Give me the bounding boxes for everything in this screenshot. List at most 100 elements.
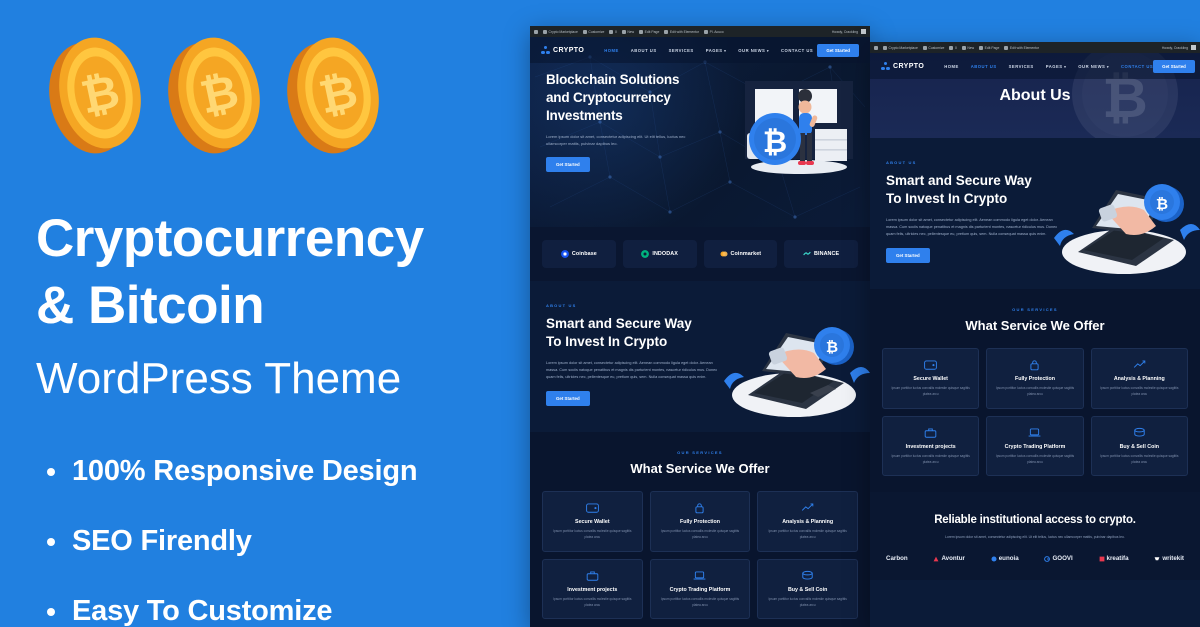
adminbar-new[interactable]: New [961,45,974,50]
services-grid: Secure Wallet Ipsum porttitor luctus con… [882,348,1188,477]
adminbar-comments[interactable]: 0 [609,29,617,34]
laptop-hand-bitcoin-illustration: ₿ [1054,184,1200,274]
laptop-icon [993,426,1076,439]
service-card-analysis-planning[interactable]: Analysis & Planning Ipsum porttitor luct… [1090,348,1188,409]
chevron-down-icon: ▾ [766,48,770,53]
hero-cta-button[interactable]: Get Started [546,156,590,172]
brand-name: CRYPTO [893,62,925,70]
adminbar-customize[interactable]: Customize [922,45,944,50]
about-cta-button[interactable]: Get Started [546,391,590,407]
chevron-down-icon: ▾ [724,48,727,53]
adminbar-account[interactable]: Howdy, Crackling [1162,45,1196,50]
adminbar-account[interactable]: Howdy, Crackling [832,29,866,34]
lock-icon [993,358,1076,371]
section-title: Reliable institutional access to crypto. [934,514,1136,527]
site-logo[interactable]: CRYPTO [881,61,925,71]
services-grid: Secure Wallet Ipsum porttitor luctus con… [542,491,858,620]
adminbar-new[interactable]: New [621,29,634,34]
service-card-fully-protection[interactable]: Fully Protection Ipsum porttitor luctus … [986,348,1084,409]
service-card-secure-wallet[interactable]: Secure Wallet Ipsum porttitor luctus con… [542,491,643,552]
adminbar-comments[interactable]: 0 [949,45,957,50]
nav-item-contact-us[interactable]: CONTACT US [1121,64,1153,69]
partner-coinmarket[interactable]: Coinmarket [703,240,778,268]
service-card-investment-projects[interactable]: Investment projects Ipsum porttitor luct… [882,415,980,477]
nav-item-our-news[interactable]: OUR NEWS ▾ [1078,64,1109,69]
get-started-button[interactable]: Get Started [817,43,859,57]
services-section: OUR SERVICES What Service We Offer Secur… [530,432,870,627]
about-section: ABOUT US Smart and Secure Way To Invest … [870,138,1200,290]
kreatifa-mark-icon [1099,556,1104,562]
brand-name: CRYPTO [553,46,585,54]
bitcoin-coin-icon: ₿ [168,37,260,154]
left-promo-panel: ₿ ₿ ₿ Cryptocurrency & Bitcoin WordPress… [0,0,530,627]
nav-item-about-us[interactable]: ABOUT US [631,48,657,53]
wordpress-logo-icon[interactable] [534,29,538,34]
client-logo-writekit: writekit [1154,555,1184,562]
section-eyebrow: OUR SERVICES [677,450,723,456]
goovi-mark-icon [1044,556,1051,562]
site-logo[interactable]: CRYPTO [541,45,585,55]
service-card-analysis-planning[interactable]: Analysis & Planning Ipsum porttitor luct… [757,491,858,552]
service-card-crypto-trading-platform[interactable]: Crypto Trading Platform Ipsum porttitor … [986,415,1084,477]
svg-text:₿: ₿ [763,126,787,159]
briefcase-icon [549,569,636,582]
site-navigation: CRYPTO HOME ABOUT US SERVICES PAGES ▾ OUR… [530,37,870,63]
service-card-secure-wallet[interactable]: Secure Wallet Ipsum porttitor luctus con… [882,348,980,409]
service-card-buy-sell-coin[interactable]: Buy & Sell Coin Ipsum porttitor luctus c… [1090,415,1188,477]
primary-menu: HOME ABOUT US SERVICES PAGES ▾ OUR NEWS ▾ … [604,48,813,53]
wordpress-logo-icon[interactable] [874,45,878,50]
chevron-down-icon: ▾ [1106,64,1110,69]
chart-icon [1098,358,1181,371]
section-body: Lorem ipsum dolor sit amet, consectetur … [886,218,1058,237]
nav-item-home[interactable]: HOME [604,48,619,53]
adminbar-site-name[interactable]: Crypto Marketplace [543,29,578,34]
get-started-button[interactable]: Get Started [1153,59,1195,73]
man-with-bitcoin-coin-illustration: ₿ [745,81,853,174]
hero-body: Lorem ipsum dolor sit amet, consectetur … [546,133,686,146]
service-card-fully-protection[interactable]: Fully Protection Ipsum porttitor luctus … [649,491,751,552]
headline-line-2: & Bitcoin [36,276,265,336]
adminbar-site-name[interactable]: Crypto Marketplace [883,45,918,50]
indodax-logo [641,250,650,258]
nav-item-home[interactable]: HOME [944,64,959,69]
nav-item-about-us[interactable]: ABOUT US [971,64,997,69]
wallet-icon [889,358,972,371]
nav-item-services[interactable]: SERVICES [669,48,694,53]
bitcoin-coin-icon: ₿ [49,37,141,154]
services-section: OUR SERVICES What Service We Offer Secur… [870,289,1200,493]
coins-icon [764,569,851,582]
binance-logo [803,251,811,256]
svg-text:₿: ₿ [1156,196,1168,213]
feature-list: 100% Responsive Design SEO Firendly Easy… [44,455,514,627]
theme-screenshot-mockups: Crypto Marketplace Customize 0 New Edit … [530,0,1200,627]
site-navigation: CRYPTO HOME ABOUT US SERVICES PAGES ▾ OUR… [870,53,1200,79]
about-section: ABOUT US Smart and Secure Way To Invest … [530,281,870,433]
list-item: SEO Firendly [44,525,514,558]
service-card-crypto-trading-platform[interactable]: Crypto Trading Platform Ipsum porttitor … [649,558,751,620]
partner-indodax[interactable]: INDODAX [622,240,697,268]
client-logo-kreatifa: kreatifa [1099,555,1129,562]
adminbar-edit-elementor[interactable]: Edit with Elementor [1004,45,1039,50]
partner-coinbase[interactable]: Coinbase [542,240,616,268]
adminbar-plugin[interactable]: Pl. Acuco [704,29,724,34]
nav-item-contact-us[interactable]: CONTACT US [781,48,813,53]
about-page-mockup: Crypto Marketplace Customize 0 New Edit … [870,42,1200,627]
page-hero-section: ₿ CRYPTO HOME ABOUT US SERVICES PAGES ▾ O… [870,53,1200,138]
section-body: Lorem ipsum dolor sit amet, consectetur … [546,361,718,380]
nav-item-pages[interactable]: PAGES ▾ [1046,64,1067,69]
adminbar-customize[interactable]: Customize [582,29,604,34]
about-cta-button[interactable]: Get Started [886,248,930,264]
nav-item-pages[interactable]: PAGES ▾ [706,48,727,53]
laptop-hand-bitcoin-illustration: ₿ [724,327,870,417]
nav-item-our-news[interactable]: OUR NEWS ▾ [738,48,769,53]
service-card-buy-sell-coin[interactable]: Buy & Sell Coin Ipsum porttitor luctus c… [757,558,858,620]
adminbar-edit-page[interactable]: Edit Page [639,29,659,34]
adminbar-edit-elementor[interactable]: Edit with Elementor [664,29,699,34]
headline-line-1: Cryptocurrency [36,209,424,268]
client-logos-row: Carbon Avontur eunoia GOOVI kreatifa wri… [884,555,1186,562]
service-card-investment-projects[interactable]: Investment projects Ipsum porttitor luct… [542,558,643,620]
nav-item-services[interactable]: SERVICES [1009,64,1034,69]
services-header: OUR SERVICES What Service We Offer [542,450,858,476]
partner-binance[interactable]: BINANCE [784,240,858,268]
adminbar-edit-page[interactable]: Edit Page [979,45,999,50]
